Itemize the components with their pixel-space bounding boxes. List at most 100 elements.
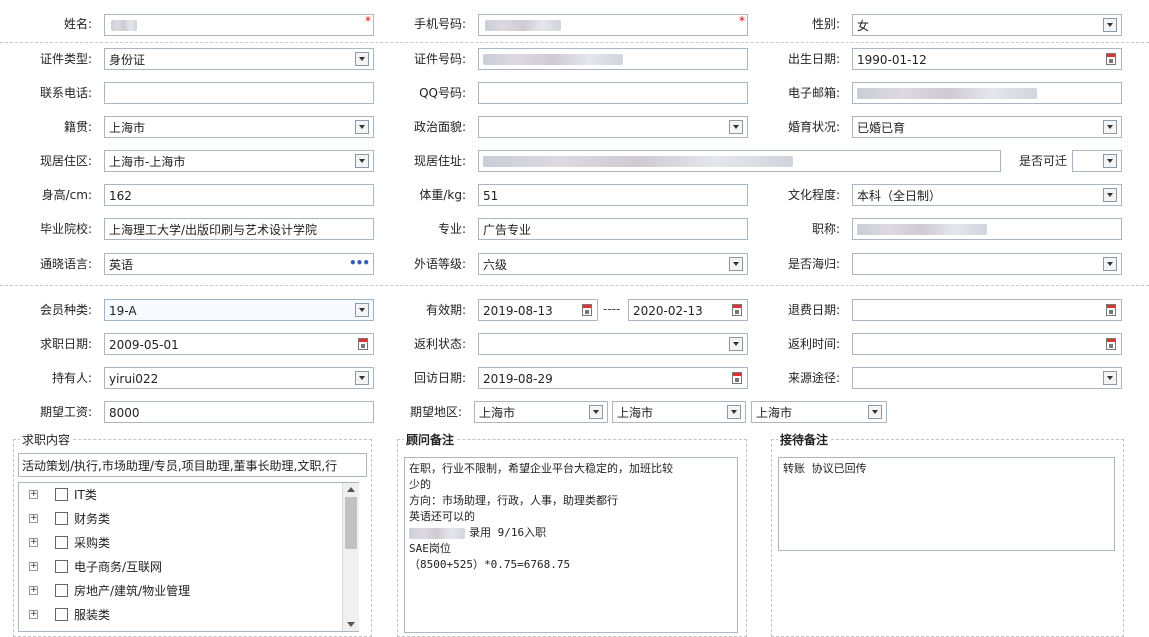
- calendar-icon[interactable]: [1106, 53, 1116, 65]
- chevron-down-icon[interactable]: [729, 120, 743, 134]
- title-label: 职称:: [811, 222, 840, 236]
- native-select[interactable]: 上海市: [104, 116, 374, 138]
- gender-select[interactable]: 女: [852, 14, 1122, 36]
- tree-node[interactable]: + 电子商务/互联网: [29, 557, 329, 577]
- more-icon[interactable]: •••: [349, 256, 370, 270]
- name-field[interactable]: *: [104, 14, 374, 36]
- area-value: 上海市: [617, 406, 654, 420]
- tree-node-label: 采购类: [74, 536, 111, 550]
- chevron-down-icon[interactable]: [1103, 154, 1117, 168]
- expand-icon[interactable]: +: [29, 562, 38, 571]
- birth-label: 出生日期:: [787, 52, 840, 66]
- chevron-down-icon[interactable]: [355, 371, 369, 385]
- area-city-select[interactable]: 上海市: [612, 401, 746, 423]
- calendar-icon[interactable]: [358, 338, 368, 350]
- expand-icon[interactable]: +: [29, 610, 38, 619]
- chevron-down-icon[interactable]: [355, 303, 369, 317]
- chevron-down-icon[interactable]: [1103, 257, 1117, 271]
- valid-to-field[interactable]: 2020-02-13: [628, 299, 748, 321]
- checkbox[interactable]: [55, 512, 68, 525]
- checkbox[interactable]: [55, 488, 68, 501]
- tree-node[interactable]: + 房地产/建筑/物业管理: [29, 581, 329, 601]
- id-no-field[interactable]: [478, 48, 748, 70]
- tree-node[interactable]: + IT类: [29, 485, 329, 505]
- title-field[interactable]: [852, 218, 1122, 240]
- reception-note-title: 接待备注: [778, 432, 831, 448]
- job-date-label: 求职日期:: [39, 337, 92, 351]
- checkbox[interactable]: [55, 560, 68, 573]
- chevron-down-icon[interactable]: [729, 337, 743, 351]
- chevron-down-icon[interactable]: [729, 257, 743, 271]
- chevron-down-icon[interactable]: [1103, 18, 1117, 32]
- calendar-icon[interactable]: [582, 304, 592, 316]
- scroll-thumb[interactable]: [345, 497, 357, 549]
- weight-field[interactable]: 51: [478, 184, 748, 206]
- education-select[interactable]: 本科（全日制）: [852, 184, 1122, 206]
- expand-icon[interactable]: +: [29, 514, 38, 523]
- area-district-select[interactable]: 上海市: [751, 401, 887, 423]
- birth-date-field[interactable]: 1990-01-12: [852, 48, 1122, 70]
- qq-field[interactable]: [478, 82, 748, 104]
- expand-icon[interactable]: +: [29, 538, 38, 547]
- valid-from-field[interactable]: 2019-08-13: [478, 299, 598, 321]
- calendar-icon[interactable]: [1106, 304, 1116, 316]
- visit-date-field[interactable]: 2019-08-29: [478, 367, 748, 389]
- reception-note-textarea[interactable]: 转账 协议已回传: [778, 457, 1115, 551]
- rebate-status-select[interactable]: [478, 333, 748, 355]
- calendar-icon[interactable]: [732, 372, 742, 384]
- email-field[interactable]: [852, 82, 1122, 104]
- expand-icon[interactable]: +: [29, 586, 38, 595]
- checkbox[interactable]: [55, 536, 68, 549]
- chevron-down-icon[interactable]: [1103, 371, 1117, 385]
- tree-node[interactable]: + 采购类: [29, 533, 329, 553]
- rebate-time-field[interactable]: [852, 333, 1122, 355]
- checkbox[interactable]: [55, 584, 68, 597]
- chevron-down-icon[interactable]: [355, 120, 369, 134]
- chevron-down-icon[interactable]: [355, 52, 369, 66]
- required-mark: *: [365, 14, 371, 28]
- job-selected-field[interactable]: 活动策划/执行,市场助理/专员,项目助理,董事长助理,文职,行: [18, 453, 367, 477]
- area-province-select[interactable]: 上海市: [474, 401, 608, 423]
- relocate-select[interactable]: [1072, 150, 1122, 172]
- chevron-down-icon[interactable]: [868, 405, 882, 419]
- politics-select[interactable]: [478, 116, 748, 138]
- mobile-field[interactable]: *: [478, 14, 748, 36]
- consultant-note-textarea[interactable]: 在职，行业不限制，希望企业平台大稳定的，加班比较 少的 方向：市场助理，行政，人…: [404, 457, 738, 633]
- scroll-down-icon[interactable]: [347, 622, 355, 627]
- marital-select[interactable]: 已婚已育: [852, 116, 1122, 138]
- chevron-down-icon[interactable]: [355, 154, 369, 168]
- residence-select[interactable]: 上海市-上海市: [104, 150, 374, 172]
- salary-field[interactable]: 8000: [104, 401, 374, 423]
- holder-select[interactable]: yirui022: [104, 367, 374, 389]
- major-field[interactable]: 广告专业: [478, 218, 748, 240]
- school-field[interactable]: 上海理工大学/出版印刷与艺术设计学院: [104, 218, 374, 240]
- tree-node[interactable]: + 财务类: [29, 509, 329, 529]
- chevron-down-icon[interactable]: [1103, 188, 1117, 202]
- calendar-icon[interactable]: [1106, 338, 1116, 350]
- scroll-up-icon[interactable]: [347, 487, 355, 492]
- foreign-level-select[interactable]: 六级: [478, 253, 748, 275]
- calendar-icon[interactable]: [732, 304, 742, 316]
- language-field[interactable]: 英语 •••: [104, 253, 374, 275]
- tree-node[interactable]: + 服装类: [29, 605, 329, 625]
- note-line: 少的: [409, 478, 431, 491]
- chevron-down-icon[interactable]: [1103, 120, 1117, 134]
- source-select[interactable]: [852, 367, 1122, 389]
- height-field[interactable]: 162: [104, 184, 374, 206]
- refund-date-field[interactable]: [852, 299, 1122, 321]
- phone-field[interactable]: [104, 82, 374, 104]
- chevron-down-icon[interactable]: [589, 405, 603, 419]
- job-date-field[interactable]: 2009-05-01: [104, 333, 374, 355]
- redacted-value: [483, 54, 623, 65]
- returnee-select[interactable]: [852, 253, 1122, 275]
- id-type-select[interactable]: 身份证: [104, 48, 374, 70]
- weight-value: 51: [483, 189, 499, 203]
- expand-icon[interactable]: +: [29, 490, 38, 499]
- address-field[interactable]: [478, 150, 1001, 172]
- job-category-tree[interactable]: + IT类 + 财务类 + 采购类 + 电子商务/互联网 + 房地产/建筑/物业…: [18, 482, 359, 632]
- chevron-down-icon[interactable]: [727, 405, 741, 419]
- member-type-select[interactable]: 19-A: [104, 299, 374, 321]
- returnee-label: 是否海归:: [787, 257, 840, 271]
- tree-scrollbar[interactable]: [342, 483, 359, 631]
- checkbox[interactable]: [55, 608, 68, 621]
